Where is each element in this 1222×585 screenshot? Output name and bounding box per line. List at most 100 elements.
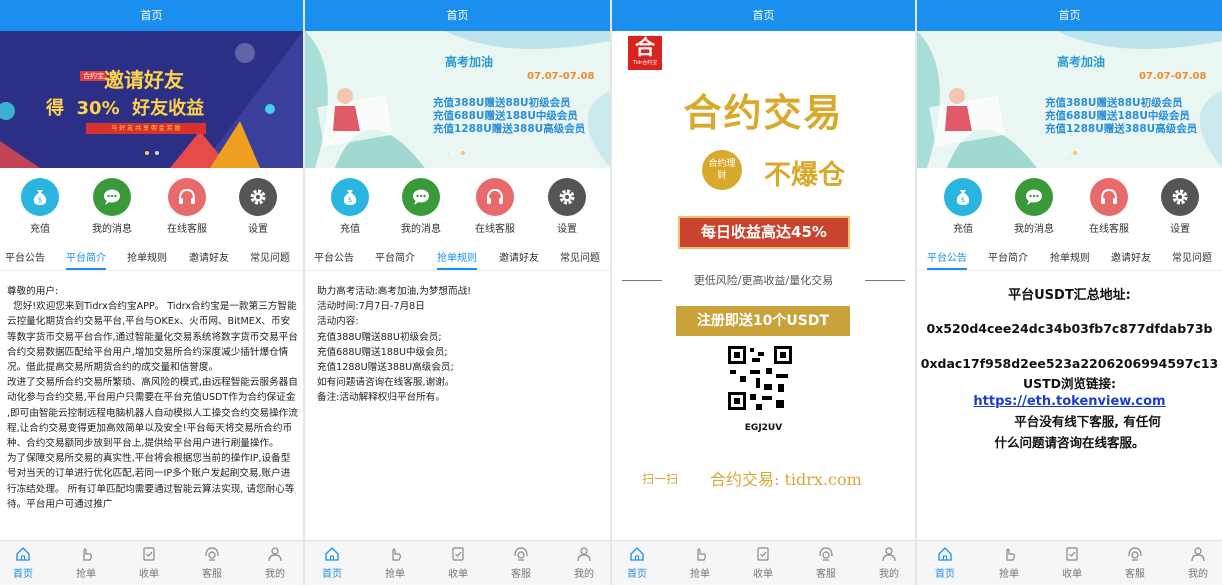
messages-button[interactable]: 我的消息 xyxy=(391,178,451,235)
online-service-button[interactable]: 在线客服 xyxy=(465,178,525,235)
nav-home[interactable]: 首页 xyxy=(312,546,352,580)
nav-grab-order[interactable]: 抢单 xyxy=(66,546,106,580)
banner-exam[interactable]: 高考加油 07.07-07.08 充值388U赠送88U初级会员 充值688U赠… xyxy=(917,31,1222,168)
intro-text: 尊敬的用户: 您好!欢迎您来到Tidrx合约宝APP。 Tidrx合约宝是一款第… xyxy=(7,284,299,538)
nav-service[interactable]: 客服 xyxy=(1115,546,1155,580)
home-icon xyxy=(630,547,644,561)
messages-label: 我的消息 xyxy=(92,224,132,235)
tab-faq[interactable]: 常见问题 xyxy=(560,249,600,264)
tab-introduction[interactable]: 平台简介 xyxy=(66,249,106,270)
nav-grab-order[interactable]: 抢单 xyxy=(680,546,720,580)
bottom-nav: 首页 抢单 收单 客服 我的 xyxy=(917,540,1222,585)
settings-label: 设置 xyxy=(1170,224,1190,235)
service-icon xyxy=(205,547,219,561)
recharge-button[interactable]: $ 充值 xyxy=(320,178,380,235)
settings-button[interactable]: 设置 xyxy=(537,178,597,235)
qr-code[interactable] xyxy=(726,344,794,412)
nav-receive-order[interactable]: 收单 xyxy=(1052,546,1092,580)
online-service-button[interactable]: 在线客服 xyxy=(157,178,217,235)
clipboard-icon xyxy=(757,547,769,561)
nav-home[interactable]: 首页 xyxy=(925,546,965,580)
nav-grab-order-label: 抢单 xyxy=(76,569,96,580)
nav-mine[interactable]: 我的 xyxy=(255,546,295,580)
settings-button[interactable]: 设置 xyxy=(1150,178,1210,235)
browser-link[interactable]: https://eth.tokenview.com xyxy=(917,394,1222,409)
tab-introduction[interactable]: 平台简介 xyxy=(988,249,1028,264)
tab-announcement[interactable]: 平台公告 xyxy=(314,249,354,264)
nav-mine-label: 我的 xyxy=(879,569,899,580)
nav-mine[interactable]: 我的 xyxy=(869,546,909,580)
banner-offer-line: 充值688U赠送188U中级会员 xyxy=(433,110,578,122)
tab-order-rules[interactable]: 抢单规则 xyxy=(127,249,167,264)
nav-service[interactable]: 客服 xyxy=(192,546,232,580)
user-icon xyxy=(882,547,896,562)
usdt-address-2: 0xdac17f958d2ee523a2206206994597c13 xyxy=(920,356,1219,371)
tab-order-rules[interactable]: 抢单规则 xyxy=(437,249,477,270)
nav-service-label: 客服 xyxy=(202,569,222,580)
banner-offers: 充值388U赠送88U初级会员 充值688U赠送188U中级会员 充值1288U… xyxy=(1045,97,1197,136)
tab-faq[interactable]: 常见问题 xyxy=(1172,249,1212,264)
invite-code: EGJ2UV xyxy=(744,423,783,433)
nav-receive-order[interactable]: 收单 xyxy=(129,546,169,580)
nav-mine[interactable]: 我的 xyxy=(564,546,604,580)
info-tabs: 平台公告 平台简介 抢单规则 邀请好友 常见问题 xyxy=(0,244,303,271)
nav-home[interactable]: 首页 xyxy=(617,546,657,580)
headset-icon xyxy=(168,178,206,216)
settings-button[interactable]: 设置 xyxy=(228,178,288,235)
nav-receive-order[interactable]: 收单 xyxy=(438,546,478,580)
rules-line: 充值388U赠送88U初级会员; xyxy=(317,331,442,343)
hand-icon xyxy=(1006,548,1015,561)
recharge-button[interactable]: $ 充值 xyxy=(10,178,70,235)
nav-home-label: 首页 xyxy=(13,569,33,580)
nav-grab-order[interactable]: 抢单 xyxy=(375,546,415,580)
rules-text: 助力高考活动:高考加油,为梦想而战! 活动时间:7月7日-7月8日 活动内容: … xyxy=(317,284,606,538)
nav-mine[interactable]: 我的 xyxy=(1178,546,1218,580)
tab-announcement[interactable]: 平台公告 xyxy=(5,249,45,264)
svg-text:$: $ xyxy=(961,196,965,204)
app-logo: 合 Tidr合约宝 xyxy=(628,36,662,70)
messages-button[interactable]: 我的消息 xyxy=(1004,178,1064,235)
money-bag-icon: $ xyxy=(331,178,369,216)
user-icon xyxy=(1191,547,1205,562)
messages-label: 我的消息 xyxy=(401,224,441,235)
recharge-label: 充值 xyxy=(30,224,50,235)
tab-announcement[interactable]: 平台公告 xyxy=(927,249,967,270)
messages-button[interactable]: 我的消息 xyxy=(82,178,142,235)
phone-screen-rules: 首页 高考加油 07.07-07.08 充值388U赠送88U初级会员 充值68… xyxy=(305,0,610,585)
banner-ribbon: 与 好 友 共 享 佣 金 奖 励 xyxy=(86,123,206,134)
recharge-button[interactable]: $ 充值 xyxy=(933,178,993,235)
svg-text:$: $ xyxy=(348,196,352,204)
carousel-dots xyxy=(917,140,1222,159)
banner-headline: 邀请好友 xyxy=(104,68,184,92)
user-icon xyxy=(577,547,591,562)
tab-invite-friends[interactable]: 邀请好友 xyxy=(499,249,539,264)
nav-service[interactable]: 客服 xyxy=(806,546,846,580)
tab-invite-friends[interactable]: 邀请好友 xyxy=(1111,249,1151,264)
qr-code-image xyxy=(726,344,794,412)
quick-actions: $ 充值 我的消息 在线客服 设置 xyxy=(0,178,303,235)
phone-screen-poster: 首页 合 Tidr合约宝 合约交易 合约理财 不爆仓 每日收益高达45% 更低风… xyxy=(612,0,915,585)
online-service-button[interactable]: 在线客服 xyxy=(1079,178,1139,235)
tab-faq[interactable]: 常见问题 xyxy=(250,249,290,264)
poster-title: 合约交易 xyxy=(683,91,844,135)
nav-home[interactable]: 首页 xyxy=(3,546,43,580)
banner-exam[interactable]: 高考加油 07.07-07.08 充值388U赠送88U初级会员 充值688U赠… xyxy=(305,31,610,168)
rules-line: 如有问题请咨询在线客服,谢谢。 xyxy=(317,377,455,389)
phone-screen-announcement: 首页 高考加油 07.07-07.08 充值388U赠送88U初级会员 充值68… xyxy=(917,0,1222,585)
tab-introduction[interactable]: 平台简介 xyxy=(375,249,415,264)
banner-offers: 充值388U赠送88U初级会员 充值688U赠送188U中级会员 充值1288U… xyxy=(433,97,585,136)
banner-invite[interactable]: 合约宝 邀请好友 得 30% 好友收益 与 好 友 共 享 佣 金 奖 励 xyxy=(0,31,303,168)
header-title: 首页 xyxy=(917,0,1222,31)
tab-invite-friends[interactable]: 邀请好友 xyxy=(189,249,229,264)
slogan: 更低风险/更高收益/量化交易 xyxy=(693,274,834,287)
nav-grab-order[interactable]: 抢单 xyxy=(989,546,1029,580)
nav-receive-order[interactable]: 收单 xyxy=(743,546,783,580)
online-service-label: 在线客服 xyxy=(167,224,207,235)
service-icon xyxy=(1128,547,1142,561)
tab-order-rules[interactable]: 抢单规则 xyxy=(1050,249,1090,264)
settings-label: 设置 xyxy=(248,224,268,235)
nav-service[interactable]: 客服 xyxy=(501,546,541,580)
carousel-dots xyxy=(0,140,303,159)
settings-label: 设置 xyxy=(557,224,577,235)
nav-grab-order-label: 抢单 xyxy=(385,569,405,580)
